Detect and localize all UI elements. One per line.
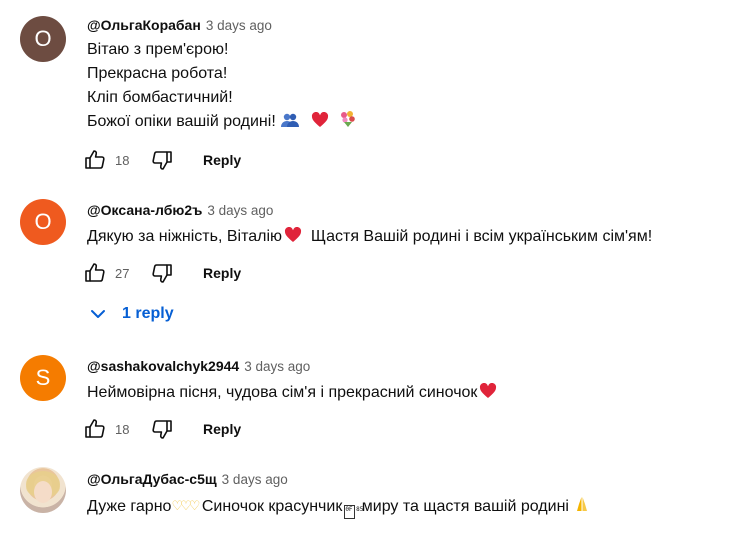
comment-header: @sashakovalchyk2944 3 days ago [87,357,310,376]
timestamp[interactable]: 3 days ago [206,18,272,33]
comment-text-continued-2: миру та щастя вашій родині [357,498,574,515]
reply-button[interactable]: Reply [203,152,241,168]
comment-header: @ОльгаКорабан 3 days ago [87,16,272,35]
comment-actions: 18 Reply [80,411,241,447]
avatar[interactable]: S [20,355,66,401]
dislike-icon[interactable] [147,414,177,444]
unknown-glyph-icon: 0F 85 [344,505,363,519]
red-heart-icon [284,226,302,251]
timestamp[interactable]: 3 days ago [222,472,288,487]
reply-button[interactable]: Reply [203,265,241,281]
red-heart-icon [479,382,497,407]
comment-header: @Оксана-лбю2ъ 3 days ago [87,201,273,220]
view-replies-button[interactable]: 1 reply [86,299,174,329]
comment-line: Прекрасна робота! [87,65,228,82]
like-icon[interactable] [80,258,110,288]
dislike-icon[interactable] [147,258,177,288]
yellow-hearts-icon: ♡♡♡ [171,498,200,513]
red-heart-icon [311,111,329,136]
avatar[interactable]: О [20,16,66,62]
timestamp[interactable]: 3 days ago [244,359,310,374]
folded-hands-icon [573,495,591,521]
dislike-icon[interactable] [147,145,177,175]
like-icon[interactable] [80,414,110,444]
comment-line: Вітаю з прем'єрою! [87,41,229,58]
people-hugging-icon [280,112,300,136]
comment-header: @ОльгаДубас-с5щ 3 days ago [87,470,288,489]
comment-text: Дуже гарно [87,498,172,515]
author-name[interactable]: @ОльгаКорабан [87,17,201,33]
comment-actions: 27 Reply [80,255,241,291]
comment-line: Кліп бомбастичний! [87,89,233,106]
author-name[interactable]: @sashakovalchyk2944 [87,358,239,374]
comment-body: Вітаю з прем'єрою! Прекрасна робота! Клі… [87,38,357,134]
like-count: 18 [115,152,130,168]
replies-count-label: 1 reply [122,305,174,322]
like-count: 27 [115,265,130,281]
timestamp[interactable]: 3 days ago [207,203,273,218]
author-name[interactable]: @Оксана-лбю2ъ [87,202,202,218]
comment-body: Дякую за ніжність, Віталію Щастя Вашій р… [87,225,652,251]
like-count: 18 [115,421,130,437]
comment-text-continued: Щастя Вашій родині і всім українським сі… [302,228,653,245]
chevron-down-icon [86,302,110,326]
comment-text-continued: Синочок красунчик [197,498,343,515]
like-icon[interactable] [80,145,110,175]
comment-actions: 18 Reply [80,142,241,178]
comment-body: Неймовірна пісня, чудова сім'я і прекрас… [87,381,497,407]
comment-body: Дуже гарно♡♡♡ Синочок красунчик 0F 85 мир… [87,494,591,521]
comment-text: Неймовірна пісня, чудова сім'я і прекрас… [87,384,478,401]
comment-line-text: Божої опіки вашій родині! [87,113,276,130]
avatar[interactable]: О [20,199,66,245]
comment-line-last: Божої опіки вашій родині! [87,110,357,134]
bouquet-icon [339,110,357,136]
comment-text: Дякую за ніжність, Віталію [87,228,283,245]
avatar[interactable] [20,467,66,513]
reply-button[interactable]: Reply [203,421,241,437]
author-name[interactable]: @ОльгаДубас-с5щ [87,471,217,487]
